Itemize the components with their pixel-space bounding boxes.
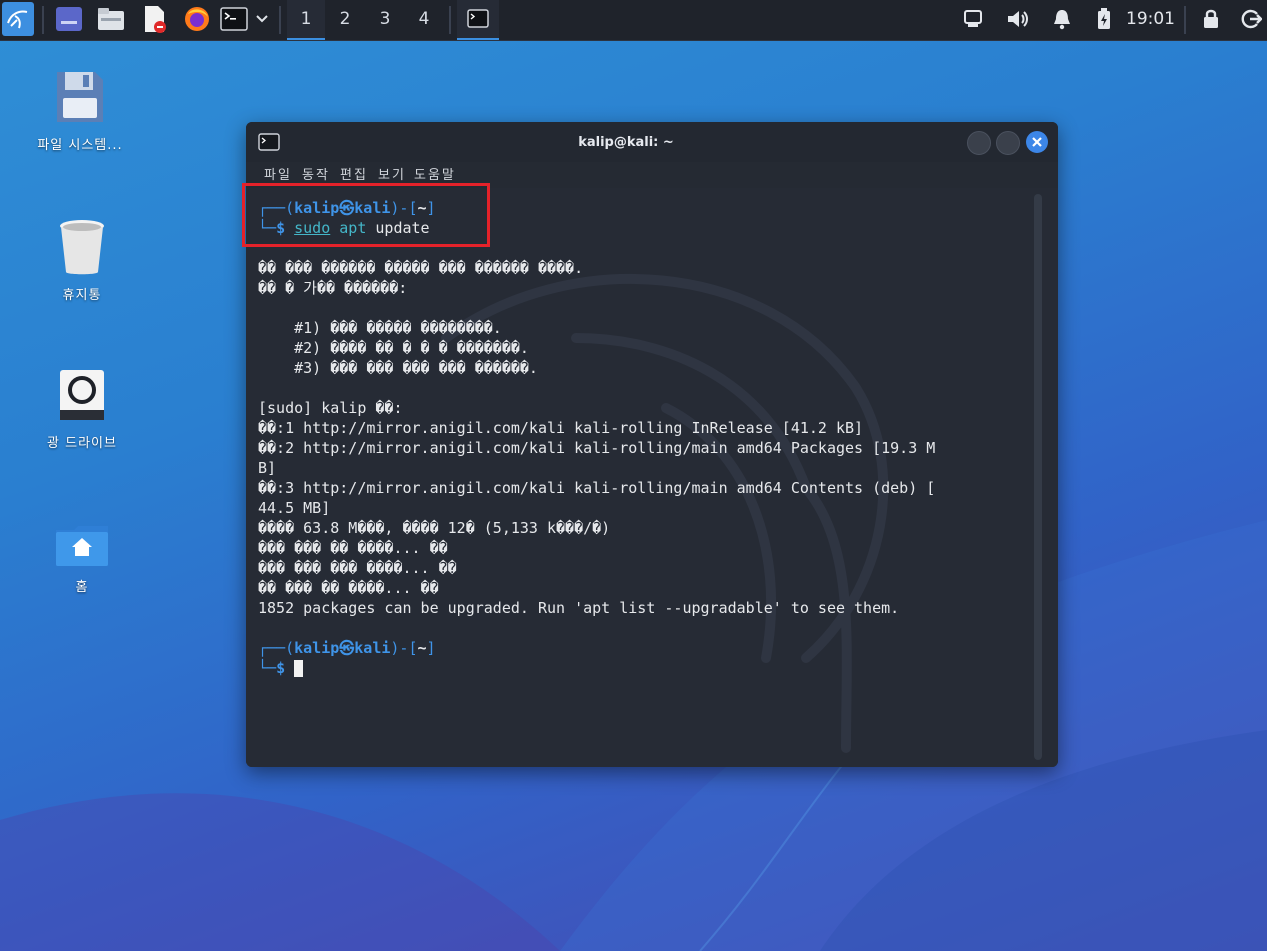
maximize-button[interactable] [996,131,1020,155]
output-line: ���� 63.8 M���, ���� 12� (5,133 k���/�) [258,519,611,537]
desktop-icon-trash[interactable]: 휴지통 [22,218,142,303]
firefox-icon[interactable] [182,4,212,34]
workspace-4[interactable]: 4 [405,0,443,38]
terminal-output: ┌──(kalip㉿kali)-[~] └─$ sudo apt update … [258,198,1033,678]
notification-bell-icon[interactable] [1050,4,1074,34]
minimize-button[interactable] [967,131,991,155]
window-title: kalip@kali: ~ [578,134,674,150]
output-line: �� � 가�� ������: [258,279,408,297]
top-panel: 1 2 3 4 19:01 [0,0,1267,41]
output-line: [sudo] kalip ��: [258,399,403,417]
trash-icon [60,220,104,275]
kali-menu-icon[interactable] [2,2,34,36]
workspace-3[interactable]: 3 [366,0,404,38]
output-line: 44.5 MB] [258,499,331,517]
home-folder-icon [56,526,108,566]
menu-view[interactable]: 보기 [378,164,406,183]
highlight-box [242,183,490,247]
desktop-icon-label: 휴지통 [62,288,102,303]
menu-edit[interactable]: 편집 [340,164,368,183]
output-line: �� ��� �� ����... �� [258,579,439,597]
menu-actions[interactable]: 동작 [302,164,330,183]
lock-icon[interactable] [1198,4,1224,34]
menu-file[interactable]: 파일 [264,164,292,183]
desktop-icon-home[interactable]: 홈 [22,524,142,595]
desktop-icon-optical-drive[interactable]: 광 드라이브 [22,368,142,451]
terminal-area[interactable]: ┌──(kalip㉿kali)-[~] └─$ sudo apt update … [246,188,1058,767]
desktop-icon-filesystem[interactable]: 파일 시스템... [20,68,140,153]
output-line: ��� ��� ��� ����... �� [258,559,457,577]
floppy-disk-icon [57,72,103,122]
output-line: �� ��� ������ ����� ��� ������ ����. [258,259,584,277]
text-cursor [294,660,304,677]
terminal-icon [467,9,489,28]
window-titlebar[interactable]: kalip@kali: ~ [246,122,1058,162]
input-line[interactable]: └─$ [258,658,1033,678]
show-desktop-icon[interactable] [54,4,84,34]
volume-icon[interactable] [1004,4,1032,34]
close-icon [1032,137,1042,147]
file-manager-icon[interactable] [96,4,126,34]
workspace-2[interactable]: 2 [326,0,364,38]
clock[interactable]: 19:01 [1126,0,1175,38]
chevron-down-icon[interactable] [252,4,272,34]
desktop-icon-label: 광 드라이브 [47,436,117,451]
output-line: ��:3 http://mirror.anigil.com/kali kali-… [258,479,936,497]
output-line: ��:2 http://mirror.anigil.com/kali kali-… [258,439,936,457]
logout-icon[interactable] [1238,4,1264,34]
desktop-icon-label: 홈 [75,580,89,595]
close-button[interactable] [1026,131,1048,153]
workspace-1[interactable]: 1 [287,0,325,40]
output-line: 1852 packages can be upgraded. Run 'apt … [258,599,900,617]
optical-drive-icon [60,370,104,420]
output-line: #3) ��� ��� ��� ��� ������. [258,359,538,377]
taskbar-terminal-button[interactable] [457,0,499,40]
output-line: #1) ��� ����� ��������. [258,319,502,337]
scrollbar[interactable] [1034,194,1042,760]
terminal-launcher-icon[interactable] [220,4,248,34]
prompt-user: kalip㉿kali [294,639,391,657]
battery-icon[interactable] [1092,4,1116,34]
output-line: ��:1 http://mirror.anigil.com/kali kali-… [258,419,864,437]
output-line: ��� ��� �� ����... �� [258,539,448,557]
prompt-dir: ~ [417,639,427,657]
prompt-line: ┌──(kalip㉿kali)-[~] [258,639,436,657]
menu-help[interactable]: 도움말 [414,164,456,183]
text-editor-icon[interactable] [140,4,170,34]
network-icon[interactable] [960,4,986,34]
desktop-icon-label: 파일 시스템... [37,138,123,153]
output-line: B] [258,459,277,477]
output-line: #2) ���� �� � � � �������. [258,339,529,357]
